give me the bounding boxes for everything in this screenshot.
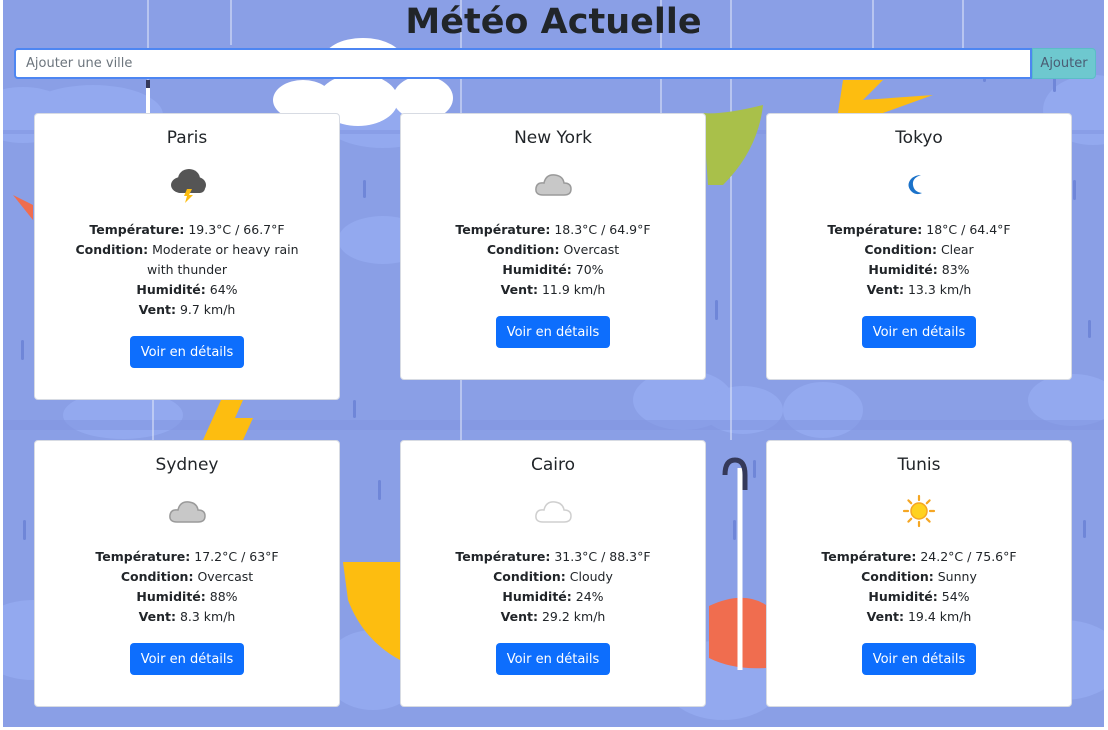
wind-value: 8.3 km/h: [179, 609, 236, 624]
condition-value: Clear: [940, 242, 974, 257]
overcast-cloud-icon: [169, 501, 206, 523]
view-details-button[interactable]: Voir en détails: [861, 643, 977, 675]
city-name: Paris: [166, 128, 208, 148]
temperature-label: Température:: [455, 549, 551, 564]
add-city-button[interactable]: Ajouter: [1032, 48, 1096, 79]
add-city-form: Ajouter: [14, 48, 1096, 79]
humidity-value: 64%: [209, 282, 238, 297]
humidity-label: Humidité:: [502, 589, 572, 604]
view-details-button[interactable]: Voir en détails: [129, 336, 245, 368]
temperature-value: 24.2°C / 75.6°F: [920, 549, 1017, 564]
temperature-label: Température:: [821, 549, 917, 564]
city-name: Cairo: [530, 455, 576, 475]
temperature-value: 19.3°C / 66.7°F: [188, 222, 285, 237]
city-name: Tokyo: [895, 128, 943, 148]
humidity-label: Humidité:: [502, 262, 572, 277]
weather-card-tunis: Tunis Température: 24.2°C / 75.6°F Condi…: [766, 440, 1072, 707]
wind-value: 29.2 km/h: [541, 609, 606, 624]
condition-label: Condition:: [486, 242, 560, 257]
humidity-value: 70%: [575, 262, 604, 277]
thunderstorm-cloud-icon: [171, 169, 206, 203]
humidity-label: Humidité:: [136, 589, 206, 604]
condition-label: Condition:: [861, 569, 934, 584]
weather-card-cairo: Cairo Température: 31.3°C / 88.3°F Condi…: [400, 440, 706, 707]
temperature-label: Température:: [827, 222, 923, 237]
wind-value: 9.7 km/h: [179, 302, 236, 317]
condition-value: Overcast: [563, 242, 620, 257]
crescent-moon-icon: [908, 175, 922, 195]
temperature-label: Température:: [95, 549, 191, 564]
weather-card-tokyo: Tokyo Température: 18°C / 64.4°F Conditi…: [766, 113, 1072, 380]
humidity-value: 24%: [575, 589, 604, 604]
wind-label: Vent:: [500, 282, 538, 297]
condition-value: Overcast: [197, 569, 254, 584]
view-details-button[interactable]: Voir en détails: [495, 643, 611, 675]
temperature-label: Température:: [89, 222, 185, 237]
temperature-value: 31.3°C / 88.3°F: [554, 549, 651, 564]
sun-icon: [902, 494, 936, 528]
temperature-label: Température:: [455, 222, 551, 237]
city-name: Tunis: [897, 455, 941, 475]
temperature-value: 18°C / 64.4°F: [926, 222, 1011, 237]
humidity-value: 83%: [941, 262, 970, 277]
condition-value: Moderate or heavy rain with thunder: [147, 242, 299, 277]
condition-label: Condition:: [493, 569, 566, 584]
humidity-value: 54%: [941, 589, 970, 604]
background-scene: Météo Actuelle Ajouter Paris Température…: [3, 0, 1104, 727]
city-name: New York: [514, 128, 592, 148]
overcast-cloud-icon: [535, 174, 572, 196]
temperature-value: 18.3°C / 64.9°F: [554, 222, 651, 237]
weather-card-sydney: Sydney Température: 17.2°C / 63°F Condit…: [34, 440, 340, 707]
humidity-label: Humidité:: [136, 282, 206, 297]
view-details-button[interactable]: Voir en détails: [495, 316, 611, 348]
weather-card-new-york: New York Température: 18.3°C / 64.9°F Co…: [400, 113, 706, 380]
view-details-button[interactable]: Voir en détails: [861, 316, 977, 348]
condition-value: Sunny: [937, 569, 977, 584]
view-details-button[interactable]: Voir en détails: [129, 643, 245, 675]
humidity-value: 88%: [209, 589, 238, 604]
city-name: Sydney: [155, 455, 219, 475]
page-title: Météo Actuelle: [405, 2, 702, 42]
wind-value: 11.9 km/h: [541, 282, 606, 297]
wind-label: Vent:: [866, 609, 904, 624]
temperature-value: 17.2°C / 63°F: [194, 549, 279, 564]
condition-label: Condition:: [120, 569, 194, 584]
wind-value: 13.3 km/h: [907, 282, 972, 297]
wind-label: Vent:: [866, 282, 904, 297]
weather-card-paris: Paris Température: 19.3°C / 66.7°F Condi…: [34, 113, 340, 400]
wind-label: Vent:: [500, 609, 538, 624]
wind-label: Vent:: [138, 609, 176, 624]
condition-label: Condition:: [75, 242, 149, 257]
humidity-label: Humidité:: [868, 262, 938, 277]
city-input[interactable]: [14, 48, 1032, 79]
light-cloud-icon: [535, 501, 572, 523]
condition-label: Condition:: [864, 242, 937, 257]
wind-value: 19.4 km/h: [907, 609, 972, 624]
condition-value: Cloudy: [569, 569, 613, 584]
humidity-label: Humidité:: [868, 589, 938, 604]
wind-label: Vent:: [138, 302, 176, 317]
